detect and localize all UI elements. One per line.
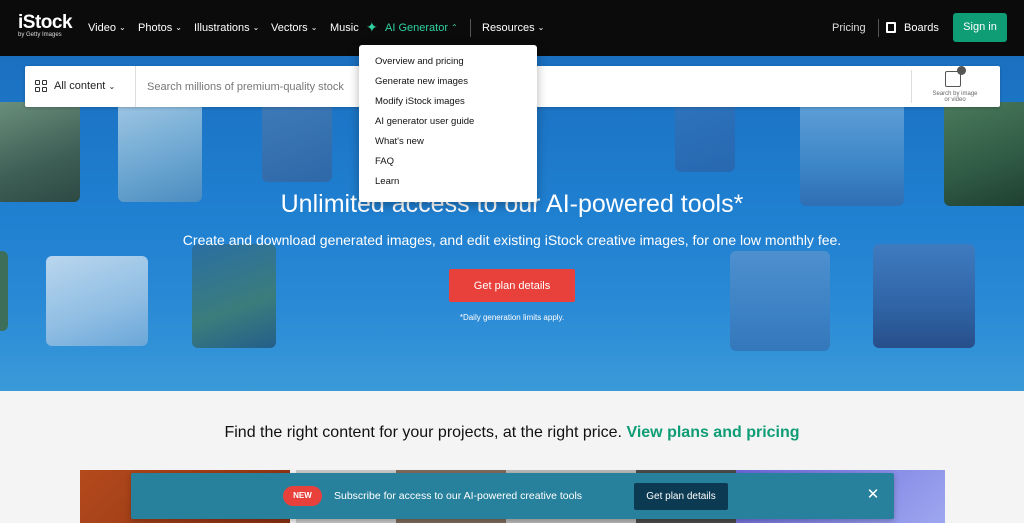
menu-item-generate-images[interactable]: Generate new images	[359, 76, 537, 96]
close-icon[interactable]: ✕	[865, 487, 881, 503]
hero-image-ruins	[0, 102, 80, 202]
content-filter-dropdown[interactable]: All content ⌄	[54, 80, 115, 92]
search-input[interactable]	[147, 76, 367, 98]
menu-item-user-guide[interactable]: AI generator user guide	[359, 116, 537, 136]
boards-icon	[886, 22, 896, 33]
image-search-icon[interactable]	[945, 66, 966, 87]
ai-generator-menu: Overview and pricing Generate new images…	[359, 45, 537, 202]
grid-icon	[35, 80, 47, 92]
hero-image-figure	[262, 102, 332, 182]
nav-ai-generator[interactable]: AI Generator ⌃	[385, 21, 458, 36]
menu-item-faq[interactable]: FAQ	[359, 156, 537, 176]
nav-divider	[878, 19, 879, 37]
banner-get-plan-button[interactable]: Get plan details	[634, 483, 728, 510]
search-divider	[135, 66, 136, 107]
pricing-section: Find the right content for your projects…	[0, 424, 1024, 442]
nav-vectors[interactable]: Vectors ⌄	[271, 21, 317, 36]
menu-item-overview-pricing[interactable]: Overview and pricing	[359, 56, 537, 76]
subscribe-banner: NEW Subscribe for access to our AI-power…	[131, 473, 894, 519]
chevron-down-icon: ⌄	[537, 23, 545, 32]
signin-button[interactable]: Sign in	[953, 13, 1007, 42]
nav-divider	[470, 19, 471, 37]
hero-image-statue	[118, 102, 202, 202]
pricing-text: Find the right content for your projects…	[224, 424, 622, 441]
nav-photos[interactable]: Photos ⌄	[138, 21, 182, 36]
hero-note: *Daily generation limits apply.	[459, 313, 565, 322]
logo-sub: by Getty Images	[18, 32, 62, 38]
search-by-image-label[interactable]: Search by image or video	[923, 91, 987, 103]
hero-image-woman	[46, 256, 148, 346]
nav-illustrations[interactable]: Illustrations ⌄	[194, 21, 259, 36]
search-divider	[911, 70, 912, 103]
hero-image-bird	[675, 102, 735, 172]
istock-logo[interactable]: iStock by Getty Images	[18, 12, 73, 39]
chevron-down-icon: ⌄	[108, 82, 116, 91]
hero-subtitle: Create and download generated images, an…	[182, 232, 842, 248]
chevron-down-icon: ⌄	[310, 23, 318, 32]
get-plan-details-button[interactable]: Get plan details	[449, 269, 575, 302]
logo-main: iStock	[18, 12, 73, 33]
chevron-up-icon: ⌃	[450, 23, 458, 32]
chevron-down-icon: ⌄	[252, 23, 260, 32]
view-plans-link[interactable]: View plans and pricing	[626, 424, 799, 441]
menu-item-learn[interactable]: Learn	[359, 176, 537, 196]
chevron-down-icon: ⌄	[118, 23, 126, 32]
chevron-down-icon: ⌄	[175, 23, 182, 32]
menu-item-whats-new[interactable]: What's new	[359, 136, 537, 156]
nav-boards[interactable]: Boards	[904, 21, 939, 35]
sparkle-icon: ✦	[366, 19, 378, 35]
banner-text: Subscribe for access to our AI-powered c…	[334, 490, 583, 502]
hero-image-mountain	[873, 244, 975, 348]
hero-image-dunes	[730, 251, 830, 351]
nav-pricing[interactable]: Pricing	[832, 21, 866, 35]
nav-resources[interactable]: Resources ⌄	[482, 21, 544, 36]
nav-music[interactable]: Music	[330, 21, 359, 35]
menu-item-modify-images[interactable]: Modify iStock images	[359, 96, 537, 116]
hero-image-painting	[192, 244, 276, 348]
nav-video[interactable]: Video ⌄	[88, 21, 126, 36]
new-badge: NEW	[283, 486, 322, 506]
